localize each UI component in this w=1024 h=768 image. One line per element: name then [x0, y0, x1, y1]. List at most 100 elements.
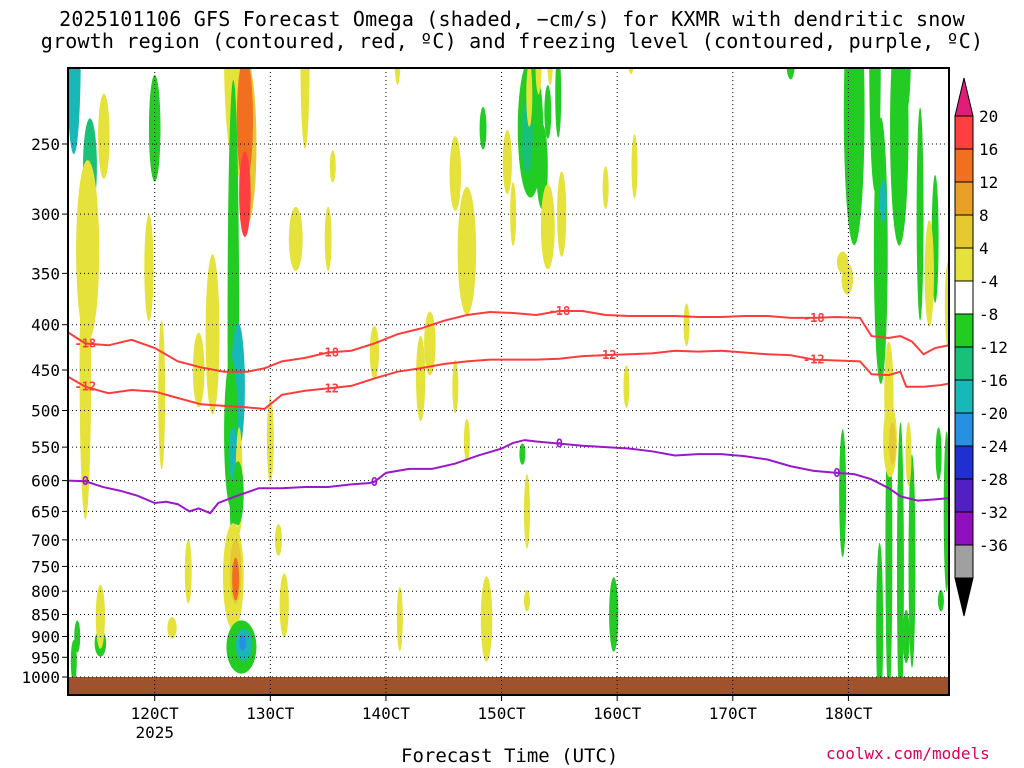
omega-blob: [288, 206, 303, 271]
omega-blob: [98, 93, 110, 179]
y-tick-label: 900: [31, 627, 60, 646]
y-tick-label: 750: [31, 557, 60, 576]
colorbar: 20 16 12 8 4 -4 -8 -12 -16 -20 -24 -28 -32 -36: [954, 77, 1008, 617]
dgz-minus18-contour-label: -18: [317, 346, 339, 360]
omega-blob: [896, 422, 904, 695]
omega-blob: [279, 573, 289, 638]
omega-blob: [184, 539, 192, 604]
y-axis-ticks: 250 300 350 400 450 500 550 600 650 700 750 800 850 9…: [21, 135, 68, 687]
colorbar-swatch: [954, 346, 974, 381]
colorbar-swatch: [954, 247, 974, 282]
colorbar-tick-label: -28: [979, 470, 1008, 489]
y-tick-label: 700: [31, 531, 60, 550]
omega-blob: [843, 68, 865, 246]
omega-blob: [901, 68, 911, 112]
colorbar-top-arrow: [954, 77, 974, 117]
x-tick-label: 180CT: [824, 704, 873, 723]
omega-blob: [602, 166, 609, 209]
omega-blob: [232, 557, 240, 601]
omega-blob: [937, 590, 944, 612]
omega-blob: [540, 184, 555, 270]
omega-blob: [463, 418, 470, 462]
y-tick-label: 850: [31, 606, 60, 625]
x-tick-label: 140CT: [362, 704, 411, 723]
colorbar-swatch: [954, 412, 974, 447]
omega-blob: [329, 150, 336, 183]
colorbar-swatch: [954, 379, 974, 414]
omega-blob: [192, 332, 205, 408]
omega-blob: [369, 325, 380, 380]
y-tick-label: 600: [31, 472, 60, 491]
x-axis-label: Forecast Time (UTC): [401, 745, 619, 767]
colorbar-swatch: [954, 181, 974, 216]
colorbar-tick-label: -24: [979, 437, 1008, 456]
omega-blob: [519, 443, 526, 465]
omega-blob: [502, 130, 512, 195]
omega-blob: [416, 335, 426, 422]
y-tick-label: 400: [31, 316, 60, 335]
colorbar-swatch: [954, 511, 974, 546]
omega-blob: [70, 639, 77, 683]
omega-blob: [879, 179, 887, 223]
dgz-minus12-contour-label: -12: [317, 381, 339, 395]
y-tick-label: 250: [31, 135, 60, 154]
x-tick-label: 160CT: [593, 704, 642, 723]
omega-blob: [239, 151, 251, 238]
colorbar-tick-label: 20: [979, 107, 998, 126]
x-tick-label: 150CT: [477, 704, 526, 723]
omega-blob: [523, 590, 530, 612]
colorbar-tick-label: -32: [979, 503, 1008, 522]
x-axis-ticks: 120CT2025 130CT 140CT 150CT 160CT 170CT 180CT: [131, 695, 873, 742]
omega-blob: [300, 68, 310, 149]
y-tick-label: 500: [31, 402, 60, 421]
colorbar-swatch: [954, 115, 974, 150]
colorbar-tick-label: -12: [979, 338, 1008, 357]
x-tick-label: 130CT: [246, 704, 295, 723]
x-tick-label: 170CT: [709, 704, 758, 723]
omega-blob: [555, 68, 562, 138]
colorbar-tick-label: 12: [979, 173, 998, 192]
y-tick-label: 550: [31, 438, 60, 457]
omega-blob: [239, 634, 247, 651]
omega-blob: [888, 422, 896, 465]
colorbar-bottom-arrow: [954, 577, 974, 617]
omega-blob: [905, 422, 912, 487]
freezing-level-contour-label: 0: [556, 437, 563, 451]
colorbar-swatch: [954, 313, 974, 348]
omega-blob: [935, 427, 942, 481]
omega-blob: [890, 68, 909, 246]
colorbar-swatch: [954, 478, 974, 513]
x-tick-sublabel: 2025: [135, 723, 174, 742]
omega-blob: [324, 206, 332, 271]
colorbar-swatch: [954, 214, 974, 249]
dgz-minus12-contour-label: -12: [803, 353, 825, 367]
freezing-level-contour: [68, 439, 949, 515]
y-tick-label: 300: [31, 205, 60, 224]
omega-blob: [841, 262, 854, 295]
y-tick-label: 350: [31, 264, 60, 283]
y-tick-label: 1000: [21, 668, 60, 687]
omega-blob: [457, 186, 477, 315]
omega-blob: [449, 136, 462, 211]
omega-blob: [628, 68, 634, 75]
colorbar-tick-label: 8: [979, 206, 989, 225]
omega-cross-section-chart: -18 -18 -18 -18 -12 -12 -12 -12 0 0 0 0 250 300 350 40…: [21, 67, 1008, 742]
colorbar-tick-label: -8: [979, 305, 998, 324]
omega-blob: [873, 117, 888, 384]
omega-blob: [396, 587, 403, 651]
omega-blob: [479, 106, 487, 150]
dgz-minus18-contour-label: -18: [803, 311, 825, 325]
ground-terrain: [68, 677, 949, 695]
omega-blob: [544, 85, 552, 139]
freezing-level-contour-label: 0: [82, 474, 89, 488]
omega-blob: [480, 576, 493, 662]
omega-blob: [786, 68, 795, 80]
colorbar-swatch: [954, 148, 974, 183]
colorbar-swatch: [954, 445, 974, 480]
omega-blob: [510, 182, 517, 247]
omega-blob: [547, 68, 553, 85]
omega-blob: [167, 617, 177, 639]
freezing-level-contour-label: 0: [371, 475, 378, 489]
omega-blob: [394, 68, 401, 85]
colorbar-tick-label: -36: [979, 536, 1008, 555]
